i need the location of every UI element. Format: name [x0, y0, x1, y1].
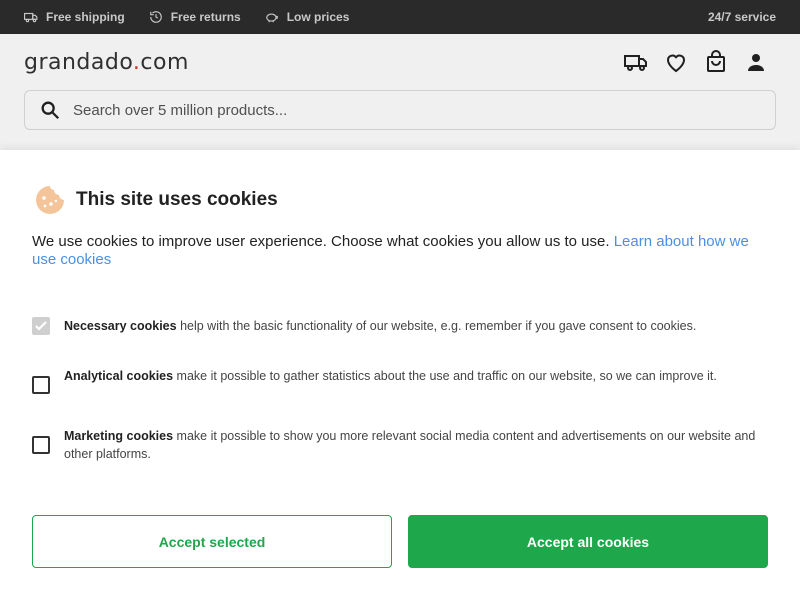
usp-low-prices: Low prices: [265, 10, 350, 24]
cookie-consent-modal: This site uses cookies We use cookies to…: [0, 150, 800, 600]
necessary-checkbox[interactable]: [32, 317, 50, 335]
truck-icon: [24, 12, 38, 23]
cookie-intro: We use cookies to improve user experienc…: [32, 233, 749, 268]
usp-free-shipping: Free shipping: [24, 10, 125, 24]
option-marketing: Marketing cookies make it possible to sh…: [32, 427, 772, 463]
usp-free-returns: Free returns: [149, 10, 241, 24]
option-text: Analytical cookies make it possible to g…: [64, 369, 717, 383]
page-overlay: [0, 34, 800, 150]
return-icon: [149, 11, 162, 23]
piggy-bank-icon: [265, 13, 278, 23]
accept-all-button[interactable]: Accept all cookies: [408, 515, 768, 568]
usp-label: Free shipping: [46, 10, 125, 24]
cookie-icon: [36, 186, 64, 214]
checkmark-icon: [35, 321, 47, 331]
usp-label: Low prices: [286, 10, 350, 24]
option-necessary: Necessary cookies help with the basic fu…: [32, 317, 772, 335]
option-text: Necessary cookies help with the basic fu…: [64, 319, 697, 333]
analytical-checkbox[interactable]: [32, 376, 50, 394]
option-text: Marketing cookies make it possible to sh…: [64, 429, 756, 461]
usp-label: Free returns: [170, 10, 241, 24]
service-label: 24/7 service: [707, 10, 776, 24]
accept-selected-button[interactable]: Accept selected: [32, 515, 392, 568]
cookie-title: This site uses cookies: [76, 189, 278, 210]
marketing-checkbox[interactable]: [32, 436, 50, 454]
usp-bar: Free shipping Free returns Low prices 24…: [0, 0, 800, 34]
cookie-title-row: This site uses cookies: [34, 184, 278, 216]
option-analytical: Analytical cookies make it possible to g…: [32, 367, 772, 394]
